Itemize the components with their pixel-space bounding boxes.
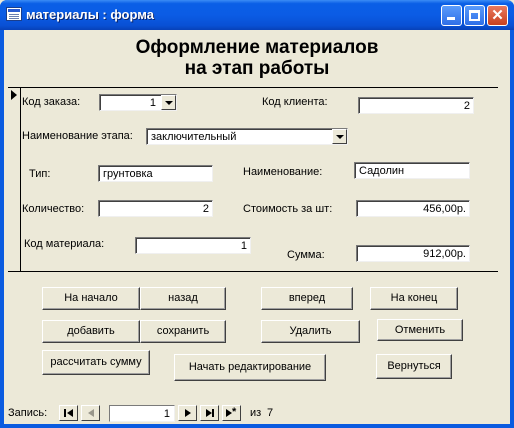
window-title: материалы : форма <box>26 7 154 22</box>
minimize-button[interactable] <box>441 5 462 26</box>
stage-name-label: Наименование этапа: <box>22 130 133 142</box>
title-bar[interactable]: материалы : форма ✕ <box>0 0 514 30</box>
sum-field[interactable]: 912,00р. <box>356 245 470 262</box>
start-editing-button[interactable]: Начать редактирование <box>174 354 326 381</box>
next-record-button[interactable]: вперед <box>261 287 353 310</box>
form-heading: Оформление материалов на этап работы <box>135 37 379 79</box>
maximize-button[interactable] <box>464 5 485 26</box>
record-selector-arrow-icon[interactable] <box>11 90 17 100</box>
record-label: Запись: <box>8 407 48 419</box>
chevron-down-icon[interactable] <box>332 129 347 144</box>
type-label: Тип: <box>29 168 51 180</box>
return-button[interactable]: Вернуться <box>376 354 452 379</box>
record-total: 7 <box>267 407 274 419</box>
form-client-area: Оформление материалов на этап работы Код… <box>4 30 510 424</box>
stage-name-combo[interactable]: заключительный <box>146 128 348 145</box>
window: материалы : форма ✕ Оформление материало… <box>0 0 514 428</box>
nav-last-button[interactable] <box>200 405 219 421</box>
maximize-icon <box>469 10 480 21</box>
client-code-label: Код клиента: <box>262 96 328 108</box>
first-record-button[interactable]: На начало <box>42 287 140 310</box>
nav-new-record-button[interactable]: * <box>222 405 241 421</box>
detail-top-divider <box>8 87 498 88</box>
cancel-button[interactable]: Отменить <box>377 319 463 341</box>
calculate-sum-button[interactable]: рассчитать сумму <box>42 350 150 375</box>
quantity-label: Количество: <box>22 203 85 215</box>
previous-record-button[interactable]: назад <box>140 287 226 310</box>
delete-record-button[interactable]: Удалить <box>261 320 360 343</box>
minimize-icon <box>447 17 455 20</box>
sum-label: Сумма: <box>287 249 325 261</box>
material-code-field[interactable]: 1 <box>135 237 251 254</box>
nav-first-button[interactable] <box>59 405 78 421</box>
close-icon: ✕ <box>491 7 504 24</box>
name-label: Наименование: <box>243 166 323 178</box>
form-icon[interactable] <box>6 7 22 21</box>
first-record-icon <box>64 409 66 417</box>
detail-bottom-divider <box>8 271 498 272</box>
order-code-label: Код заказа: <box>22 96 81 108</box>
nav-previous-button[interactable] <box>81 405 100 421</box>
record-navigator: Запись: 1 * из 7 <box>8 404 308 422</box>
nav-next-button[interactable] <box>178 405 197 421</box>
order-code-combo[interactable]: 1 <box>99 94 177 111</box>
close-button[interactable]: ✕ <box>487 5 508 26</box>
unit-cost-label: Стоимость за шт: <box>243 203 333 215</box>
next-record-icon <box>185 409 191 417</box>
previous-record-icon <box>88 409 94 417</box>
last-record-button[interactable]: На конец <box>370 287 458 310</box>
record-selector-divider <box>20 88 21 272</box>
stage-name-value: заключительный <box>151 131 237 143</box>
material-code-label: Код материала: <box>24 238 105 250</box>
current-record-input[interactable]: 1 <box>109 405 175 422</box>
record-of-label: из <box>250 407 262 419</box>
unit-cost-field[interactable]: 456,00р. <box>356 200 470 217</box>
save-record-button[interactable]: сохранить <box>140 320 226 343</box>
order-code-value: 1 <box>149 97 156 109</box>
chevron-down-icon[interactable] <box>161 95 176 110</box>
name-field[interactable]: Садолин <box>354 162 470 179</box>
client-code-field[interactable]: 2 <box>358 97 474 114</box>
type-field[interactable]: грунтовка <box>98 165 213 182</box>
quantity-field[interactable]: 2 <box>98 200 213 217</box>
add-record-button[interactable]: добавить <box>42 320 140 343</box>
